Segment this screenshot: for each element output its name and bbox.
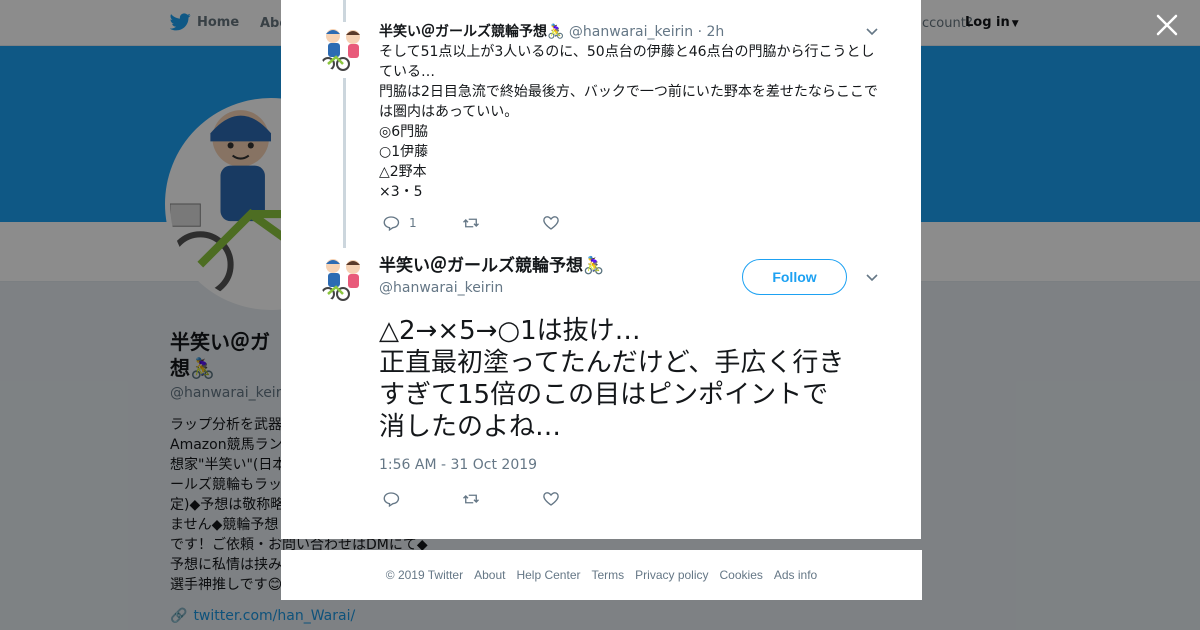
chevron-down-icon[interactable] <box>865 26 879 38</box>
footer-link-help[interactable]: Help Center <box>516 568 580 582</box>
reply-count: 1 <box>409 216 417 230</box>
reply-button[interactable] <box>382 490 462 508</box>
reply-button[interactable]: 1 <box>382 214 462 232</box>
cyclist-avatar-icon <box>321 29 360 71</box>
heart-icon <box>543 492 559 506</box>
footer-link-privacy[interactable]: Privacy policy <box>635 568 708 582</box>
tweet-timestamp[interactable]: 1:56 AM - 31 Oct 2019 <box>379 457 537 473</box>
tweet-line: ○1伊藤 <box>379 144 429 160</box>
footer: © 2019 Twitter About Help Center Terms P… <box>281 550 922 600</box>
retweet-icon <box>463 494 479 504</box>
tweet-header: 半笑い＠ガールズ競輪予想🚴‍♀️ @hanwarai_keirin · 2h <box>379 22 724 42</box>
avatar[interactable] <box>319 24 367 72</box>
tweet-actions <box>382 489 622 509</box>
tweet-line: ×3・5 <box>379 184 423 200</box>
thread-line <box>343 78 346 248</box>
tweet-line: すぎて15倍のこの目はピンポイントで <box>379 380 829 410</box>
tweet-line: 正直最初塗ってたんだけど、手広く行き <box>379 348 845 378</box>
tweet-line: ている… <box>379 64 435 80</box>
retweet-button[interactable] <box>462 490 542 508</box>
footer-link-about[interactable]: About <box>474 568 505 582</box>
tweet-line: 消したのよね… <box>379 412 562 442</box>
like-button[interactable] <box>542 214 622 232</box>
avatar[interactable] <box>319 254 367 302</box>
footer-copyright: © 2019 Twitter <box>385 568 464 582</box>
footer-link-terms[interactable]: Terms <box>591 568 624 582</box>
tweet-author-handle[interactable]: @hanwarai_keirin <box>569 24 693 40</box>
reply-icon <box>383 216 400 232</box>
heart-icon <box>543 216 559 230</box>
thread-line <box>343 0 346 22</box>
tweet-text: そして51点以上が3人いるのに、50点台の伊藤と46点台の門脇から行こうとし て… <box>379 42 884 202</box>
reply-icon <box>383 492 400 508</box>
chevron-down-icon[interactable] <box>865 272 879 284</box>
tweet-line: △2→×5→○1は抜け… <box>379 316 641 346</box>
tweet-line: 門脇は2日目急流で終始最後方、バックで一つ前にいた野本を差せたならここで <box>379 84 878 100</box>
tweet-author-name[interactable]: 半笑い＠ガールズ競輪予想🚴‍♀️ <box>379 24 564 40</box>
tweet-line: は圏内はあっていい。 <box>379 104 519 120</box>
close-icon[interactable] <box>1154 12 1180 38</box>
tweet-time[interactable]: · 2h <box>698 24 725 40</box>
tweet-line: △2野本 <box>379 164 427 180</box>
tweet-author-name[interactable]: 半笑い＠ガールズ競輪予想🚴‍♀️ <box>379 255 604 277</box>
cyclist-avatar-icon <box>321 259 360 301</box>
like-button[interactable] <box>542 490 622 508</box>
tweet-line: そして51点以上が3人いるのに、50点台の伊藤と46点台の門脇から行こうとし <box>379 44 875 60</box>
tweet-modal: 半笑い＠ガールズ競輪予想🚴‍♀️ @hanwarai_keirin · 2h そ… <box>281 0 921 539</box>
footer-link-ads[interactable]: Ads info <box>774 568 817 582</box>
tweet-text: △2→×5→○1は抜け… 正直最初塗ってたんだけど、手広く行き すぎて15倍のこ… <box>379 315 884 443</box>
tweet-line: ◎6門脇 <box>379 124 429 140</box>
footer-link-cookies[interactable]: Cookies <box>720 568 763 582</box>
retweet-icon <box>463 218 479 228</box>
tweet-actions: 1 <box>382 213 622 233</box>
retweet-button[interactable] <box>462 214 542 232</box>
follow-button[interactable]: Follow <box>742 259 847 295</box>
tweet-author-handle[interactable]: @hanwarai_keirin <box>379 280 503 296</box>
